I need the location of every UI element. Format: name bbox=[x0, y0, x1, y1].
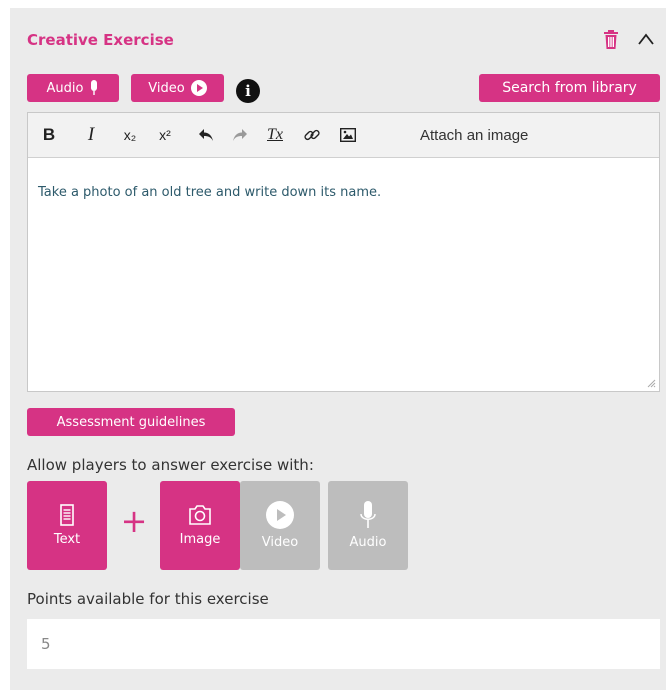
answer-option-label: Video bbox=[261, 535, 299, 550]
insert-image-button[interactable] bbox=[336, 122, 360, 148]
points-input[interactable] bbox=[27, 619, 660, 669]
superscript-button[interactable]: x² bbox=[153, 122, 177, 148]
trash-icon[interactable] bbox=[602, 30, 620, 50]
answer-option-image[interactable]: Image bbox=[160, 481, 240, 570]
search-library-button[interactable]: Search from library bbox=[479, 74, 660, 102]
editor-toolbar: B I x₂ x² Tx Attach an image bbox=[28, 113, 659, 158]
chevron-up-icon[interactable] bbox=[637, 32, 655, 46]
answer-options-label: Allow players to answer exercise with: bbox=[27, 456, 314, 474]
redo-icon bbox=[233, 129, 247, 141]
attach-image-button[interactable]: Attach an image bbox=[420, 122, 528, 148]
rich-text-editor[interactable]: B I x₂ x² Tx Attach an image Take a phot… bbox=[27, 112, 660, 392]
undo-icon bbox=[199, 129, 213, 141]
assessment-guidelines-button[interactable]: Assessment guidelines bbox=[27, 408, 235, 436]
clear-format-button[interactable]: Tx bbox=[262, 122, 288, 148]
italic-button[interactable]: I bbox=[80, 122, 102, 148]
image-icon bbox=[340, 128, 356, 142]
microphone-icon bbox=[91, 80, 98, 95]
answer-option-video[interactable]: Video bbox=[240, 481, 320, 570]
camera-icon bbox=[189, 505, 211, 525]
video-button[interactable]: Video bbox=[131, 74, 224, 102]
play-icon bbox=[266, 501, 294, 529]
audio-label: Audio bbox=[46, 80, 84, 96]
plus-icon: + bbox=[120, 502, 148, 540]
editor-content[interactable]: Take a photo of an old tree and write do… bbox=[38, 185, 381, 200]
undo-button[interactable] bbox=[194, 122, 218, 148]
exercise-title: Creative Exercise bbox=[27, 31, 174, 49]
subscript-button[interactable]: x₂ bbox=[118, 122, 142, 148]
info-icon[interactable]: i bbox=[236, 79, 260, 103]
play-circle-icon bbox=[190, 80, 207, 96]
answer-option-label: Image bbox=[179, 532, 221, 547]
microphone-icon bbox=[360, 501, 376, 528]
answer-option-audio[interactable]: Audio bbox=[328, 481, 408, 570]
resize-handle-icon[interactable] bbox=[646, 378, 656, 388]
answer-option-label: Audio bbox=[349, 535, 387, 550]
video-label: Video bbox=[148, 80, 185, 96]
exercise-panel: Creative Exercise Audio Video i Search f… bbox=[10, 8, 666, 690]
link-button[interactable] bbox=[300, 122, 324, 148]
text-document-icon bbox=[60, 504, 74, 526]
answer-option-label: Text bbox=[53, 532, 81, 547]
audio-button[interactable]: Audio bbox=[27, 74, 119, 102]
redo-button[interactable] bbox=[228, 122, 252, 148]
answer-option-text[interactable]: Text bbox=[27, 481, 107, 570]
bold-button[interactable]: B bbox=[38, 122, 60, 148]
points-label: Points available for this exercise bbox=[27, 590, 269, 608]
link-icon bbox=[304, 129, 320, 141]
